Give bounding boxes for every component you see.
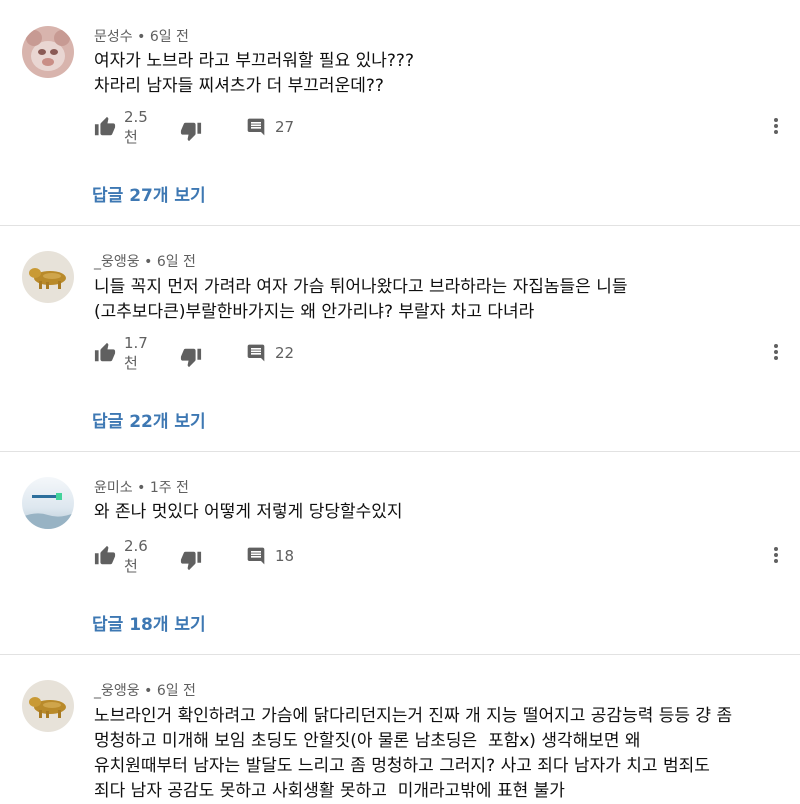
more-vert-icon: [774, 547, 778, 567]
comment-text: 와 존나 멋있다 어떻게 저렇게 당당할수있지: [94, 500, 403, 525]
comment-line: 니들 꼭지 먼저 가려라 여자 가슴 튀어나왔다고 브라하라는 자집놈들은 니들: [94, 277, 628, 297]
dislike-icon: [180, 346, 202, 368]
avatar[interactable]: [22, 251, 74, 303]
more-vert-icon: [774, 344, 778, 364]
like-icon: [94, 116, 116, 138]
comment-meta: _웅앵웅 • 6일 전: [94, 254, 196, 270]
author-name[interactable]: _웅앵웅: [94, 683, 140, 699]
comment-meta: 윤미소 • 1주 전: [94, 480, 189, 496]
author-name[interactable]: _웅앵웅: [94, 254, 140, 270]
like-button[interactable]: 2.6천: [94, 537, 148, 575]
view-replies-button[interactable]: 답글 18개 보기: [92, 610, 206, 635]
more-options-button[interactable]: [768, 545, 784, 569]
reply-button[interactable]: 18: [246, 542, 294, 570]
like-icon: [94, 342, 116, 364]
comment: _웅앵웅 • 6일 전 니들 꼭지 먼저 가려라 여자 가슴 튀어나왔다고 브라…: [0, 226, 800, 451]
comment: 윤미소 • 1주 전 와 존나 멋있다 어떻게 저렇게 당당할수있지 2.6천 …: [0, 452, 800, 654]
comment-line: 죄다 남자 공감도 못하고 사회생활 못하고 미개라고밖에 표현 불가: [94, 781, 565, 801]
comment: _웅앵웅 • 6일 전 노브라인거 확인하려고 가슴에 닭다리던지는거 진짜 개…: [0, 655, 800, 801]
like-icon: [94, 545, 116, 567]
comment-text: 노브라인거 확인하려고 가슴에 닭다리던지는거 진짜 개 지능 떨어지고 공감능…: [94, 704, 732, 804]
dislike-button[interactable]: [180, 117, 202, 145]
reply-icon: [246, 343, 266, 363]
author-name[interactable]: 문성수: [94, 29, 133, 45]
more-options-button[interactable]: [768, 342, 784, 366]
like-button[interactable]: 2.5천: [94, 108, 148, 146]
reply-button[interactable]: 27: [246, 113, 294, 141]
reply-icon: [246, 546, 266, 566]
comment-time: 6일 전: [156, 254, 196, 270]
comment-text: 여자가 노브라 라고 부끄러워할 필요 있나??? 차라리 남자들 찌셔츠가 더 …: [94, 49, 414, 99]
more-vert-icon: [774, 118, 778, 138]
comment-meta: _웅앵웅 • 6일 전: [94, 683, 196, 699]
comment-line: 유치원때부터 남자는 발달도 느리고 좀 멍청하고 그러지? 사고 죄다 남자가…: [94, 756, 710, 776]
avatar[interactable]: [22, 680, 74, 732]
reply-count: 18: [275, 547, 295, 565]
view-replies-button[interactable]: 답글 27개 보기: [92, 181, 206, 206]
reply-icon: [246, 117, 266, 137]
dislike-icon: [180, 120, 202, 142]
comment-line: 와 존나 멋있다 어떻게 저렇게 당당할수있지: [94, 502, 403, 522]
reply-count: 27: [275, 118, 295, 136]
more-options-button[interactable]: [768, 116, 784, 140]
dislike-button[interactable]: [180, 546, 202, 574]
like-button[interactable]: 1.7천: [94, 334, 148, 372]
dislike-button[interactable]: [180, 343, 202, 371]
comment-meta: 문성수 • 6일 전: [94, 29, 189, 45]
view-replies-button[interactable]: 답글 22개 보기: [92, 407, 206, 432]
comment: 문성수 • 6일 전 여자가 노브라 라고 부끄러워할 필요 있나??? 차라리 …: [0, 0, 800, 225]
avatar[interactable]: [22, 477, 74, 529]
like-count: 1.7천: [124, 333, 148, 372]
comment-line: 멍청하고 미개해 보임 초딩도 안할짓(아 물론 남초딩은 포함x) 생각해보면…: [94, 731, 641, 751]
comment-time: 6일 전: [149, 29, 189, 45]
like-count: 2.6천: [124, 536, 148, 575]
comment-text: 니들 꼭지 먼저 가려라 여자 가슴 튀어나왔다고 브라하라는 자집놈들은 니들…: [94, 275, 627, 325]
comment-line: 차라리 남자들 찌셔츠가 더 부끄러운데??: [94, 76, 384, 96]
comment-line: 노브라인거 확인하려고 가슴에 닭다리던지는거 진짜 개 지능 떨어지고 공감능…: [94, 706, 733, 726]
reply-count: 22: [275, 344, 295, 362]
comment-time: 6일 전: [156, 683, 196, 699]
like-count: 2.5천: [124, 107, 148, 146]
avatar[interactable]: [22, 26, 74, 78]
reply-button[interactable]: 22: [246, 339, 294, 367]
comment-time: 1주 전: [149, 480, 189, 496]
comment-line: 여자가 노브라 라고 부끄러워할 필요 있나???: [94, 51, 414, 71]
dislike-icon: [180, 549, 202, 571]
author-name[interactable]: 윤미소: [94, 480, 133, 496]
comment-line: (고추보다큰)부랄한바가지는 왜 안가리냐? 부랄자 차고 다녀라: [94, 302, 535, 322]
